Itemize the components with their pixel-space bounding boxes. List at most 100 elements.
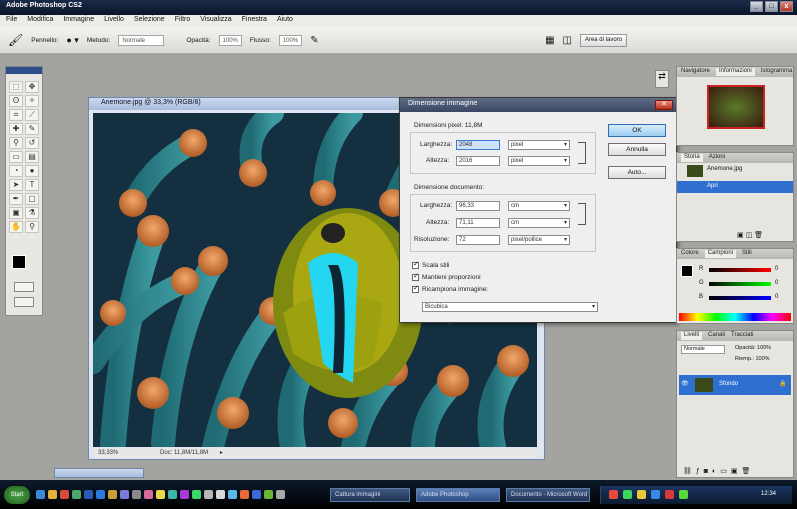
pen-tool-icon[interactable]: ✒ — [9, 193, 23, 205]
tab-swatches[interactable]: Campioni — [704, 250, 737, 258]
crop-tool-icon[interactable]: ⌗ — [9, 109, 23, 121]
dodge-tool-icon[interactable]: ● — [25, 165, 39, 177]
menu-finestra[interactable]: Finestra — [242, 16, 267, 27]
quicklaunch-video-icon[interactable] — [240, 490, 249, 499]
bridge-icon[interactable]: ◫ — [563, 35, 572, 46]
zoom-level[interactable]: 33,33% — [98, 450, 118, 456]
quicklaunch-game-icon[interactable] — [168, 490, 177, 499]
tab-navigator[interactable]: Navigatore — [681, 68, 710, 76]
tab-paths[interactable]: Tracciati — [731, 332, 753, 340]
new-snapshot-icon[interactable]: ◫ — [746, 232, 753, 239]
quicklaunch-mail-icon[interactable] — [72, 490, 81, 499]
gradient-tool-icon[interactable]: ▤ — [25, 151, 39, 163]
menu-modifica[interactable]: Modifica — [27, 16, 53, 27]
quicklaunch-folder-icon[interactable] — [108, 490, 117, 499]
menu-aiuto[interactable]: Aiuto — [277, 16, 293, 27]
tray-messenger-icon[interactable] — [679, 490, 688, 499]
width-pixel-unit-select[interactable]: pixel — [508, 140, 570, 150]
layer-opacity-field[interactable]: Opacità: 100% — [735, 345, 771, 351]
eyedropper-icon[interactable]: ⚗ — [25, 207, 39, 219]
mode-select[interactable]: Normale — [118, 34, 165, 46]
slice-tool-icon[interactable]: ⟋ — [25, 109, 39, 121]
brush-icon[interactable]: 🖌 — [8, 33, 23, 47]
type-tool-icon[interactable]: T — [25, 179, 39, 191]
quicklaunch-photoshop-icon[interactable] — [96, 490, 105, 499]
quicklaunch-photo-icon[interactable] — [252, 490, 261, 499]
menu-immagine[interactable]: Immagine — [63, 16, 94, 27]
delete-state-icon[interactable]: 🗑 — [754, 232, 763, 239]
quicklaunch-chat-icon[interactable] — [192, 490, 201, 499]
new-document-icon[interactable]: ▣ — [737, 232, 744, 239]
magic-wand-icon[interactable]: ✧ — [25, 95, 39, 107]
layer-visibility-icon[interactable]: 👁 — [681, 380, 689, 387]
delete-layer-icon[interactable]: 🗑 — [742, 468, 755, 475]
blend-mode-select[interactable]: Normale — [681, 345, 725, 354]
color-foreground-swatch[interactable] — [681, 265, 693, 277]
tab-actions[interactable]: Azioni — [709, 154, 725, 162]
brush-tool-icon[interactable]: ✎ — [25, 123, 39, 135]
quicklaunch-web-icon[interactable] — [264, 490, 273, 499]
tab-layers[interactable]: Livelli — [681, 332, 703, 340]
tab-history[interactable]: Storia — [681, 154, 703, 162]
menu-file[interactable]: File — [6, 16, 17, 27]
constrain-proportions-checkbox[interactable] — [412, 272, 419, 281]
new-layer-icon[interactable]: ▣ — [731, 468, 742, 475]
shape-tool-icon[interactable]: ▢ — [25, 193, 39, 205]
resample-checkbox[interactable] — [412, 284, 419, 293]
airbrush-icon[interactable]: ✎ — [310, 35, 318, 46]
ok-button[interactable]: OK — [608, 124, 666, 137]
navigator-thumbnail[interactable] — [707, 85, 765, 129]
tab-styles[interactable]: Stili — [742, 250, 752, 258]
quicklaunch-paint-icon[interactable] — [144, 490, 153, 499]
zoom-tool-icon[interactable]: ⚲ — [25, 221, 39, 233]
close-button[interactable]: x — [780, 1, 793, 12]
layer-fill-field[interactable]: Riemp.: 100% — [735, 356, 770, 362]
quicklaunch-ie-icon[interactable] — [36, 490, 45, 499]
green-slider[interactable] — [709, 282, 771, 286]
quicklaunch-search-icon[interactable] — [228, 490, 237, 499]
tray-security-icon[interactable] — [637, 490, 646, 499]
tab-color[interactable]: Colore — [681, 250, 699, 258]
task-word[interactable]: Documento - Microsoft Word — [506, 488, 590, 502]
doc-width-unit-select[interactable]: cm — [508, 201, 570, 211]
green-value[interactable]: 0 — [775, 280, 778, 286]
quicklaunch-notes-icon[interactable] — [156, 490, 165, 499]
minimize-button[interactable]: _ — [750, 1, 763, 12]
quicklaunch-settings-icon[interactable] — [204, 490, 213, 499]
doc-height-unit-select[interactable]: cm — [508, 218, 570, 228]
quicklaunch-word-icon[interactable] — [84, 490, 93, 499]
panel-dock-icon[interactable]: ⇄ — [655, 70, 669, 88]
quicklaunch-media-icon[interactable] — [60, 490, 69, 499]
color-spectrum-ramp[interactable] — [679, 313, 791, 321]
flow-field[interactable]: 100% — [278, 34, 303, 46]
path-selection-icon[interactable]: ➤ — [9, 179, 23, 191]
red-value[interactable]: 0 — [775, 266, 778, 272]
doc-height-input[interactable]: 71,11 — [456, 218, 500, 228]
eraser-tool-icon[interactable]: ▭ — [9, 151, 23, 163]
menu-visualizza[interactable]: Visualizza — [200, 16, 231, 27]
dialog-close-button[interactable]: ✕ — [655, 100, 673, 110]
brush-size-picker[interactable]: ● ▾ — [66, 35, 78, 46]
tab-channels[interactable]: Canali — [708, 332, 725, 340]
layer-mask-icon[interactable]: ◙ — [704, 468, 712, 475]
quicklaunch-desktop-icon[interactable] — [120, 490, 129, 499]
height-pixel-unit-select[interactable]: pixel — [508, 156, 570, 166]
layer-row[interactable]: 👁 Sfondo 🔒 — [679, 375, 791, 395]
blue-slider[interactable] — [709, 296, 771, 300]
tray-volume-icon[interactable] — [623, 490, 632, 499]
height-pixel-input[interactable]: 2016 — [456, 156, 500, 166]
quicklaunch-calc-icon[interactable] — [132, 490, 141, 499]
resample-option[interactable]: Ricampiona immagine: — [412, 284, 488, 293]
resample-method-select[interactable]: Bicubica — [422, 302, 598, 312]
resolution-input[interactable]: 72 — [456, 235, 500, 245]
width-pixel-input[interactable]: 2048 — [456, 140, 500, 150]
lasso-tool-icon[interactable]: ʘ — [9, 95, 23, 107]
auto-button[interactable]: Auto... — [608, 166, 666, 179]
history-snapshot-item[interactable]: Anemone.jpg — [677, 163, 793, 179]
minimized-document[interactable] — [54, 468, 144, 478]
screen-mode-icon[interactable] — [14, 297, 34, 307]
scale-styles-option[interactable]: Scala stili — [412, 260, 449, 269]
history-open-item[interactable]: Apri — [677, 181, 793, 193]
workspace-button[interactable]: Area di lavoro — [579, 33, 627, 47]
history-brush-icon[interactable]: ↺ — [25, 137, 39, 149]
